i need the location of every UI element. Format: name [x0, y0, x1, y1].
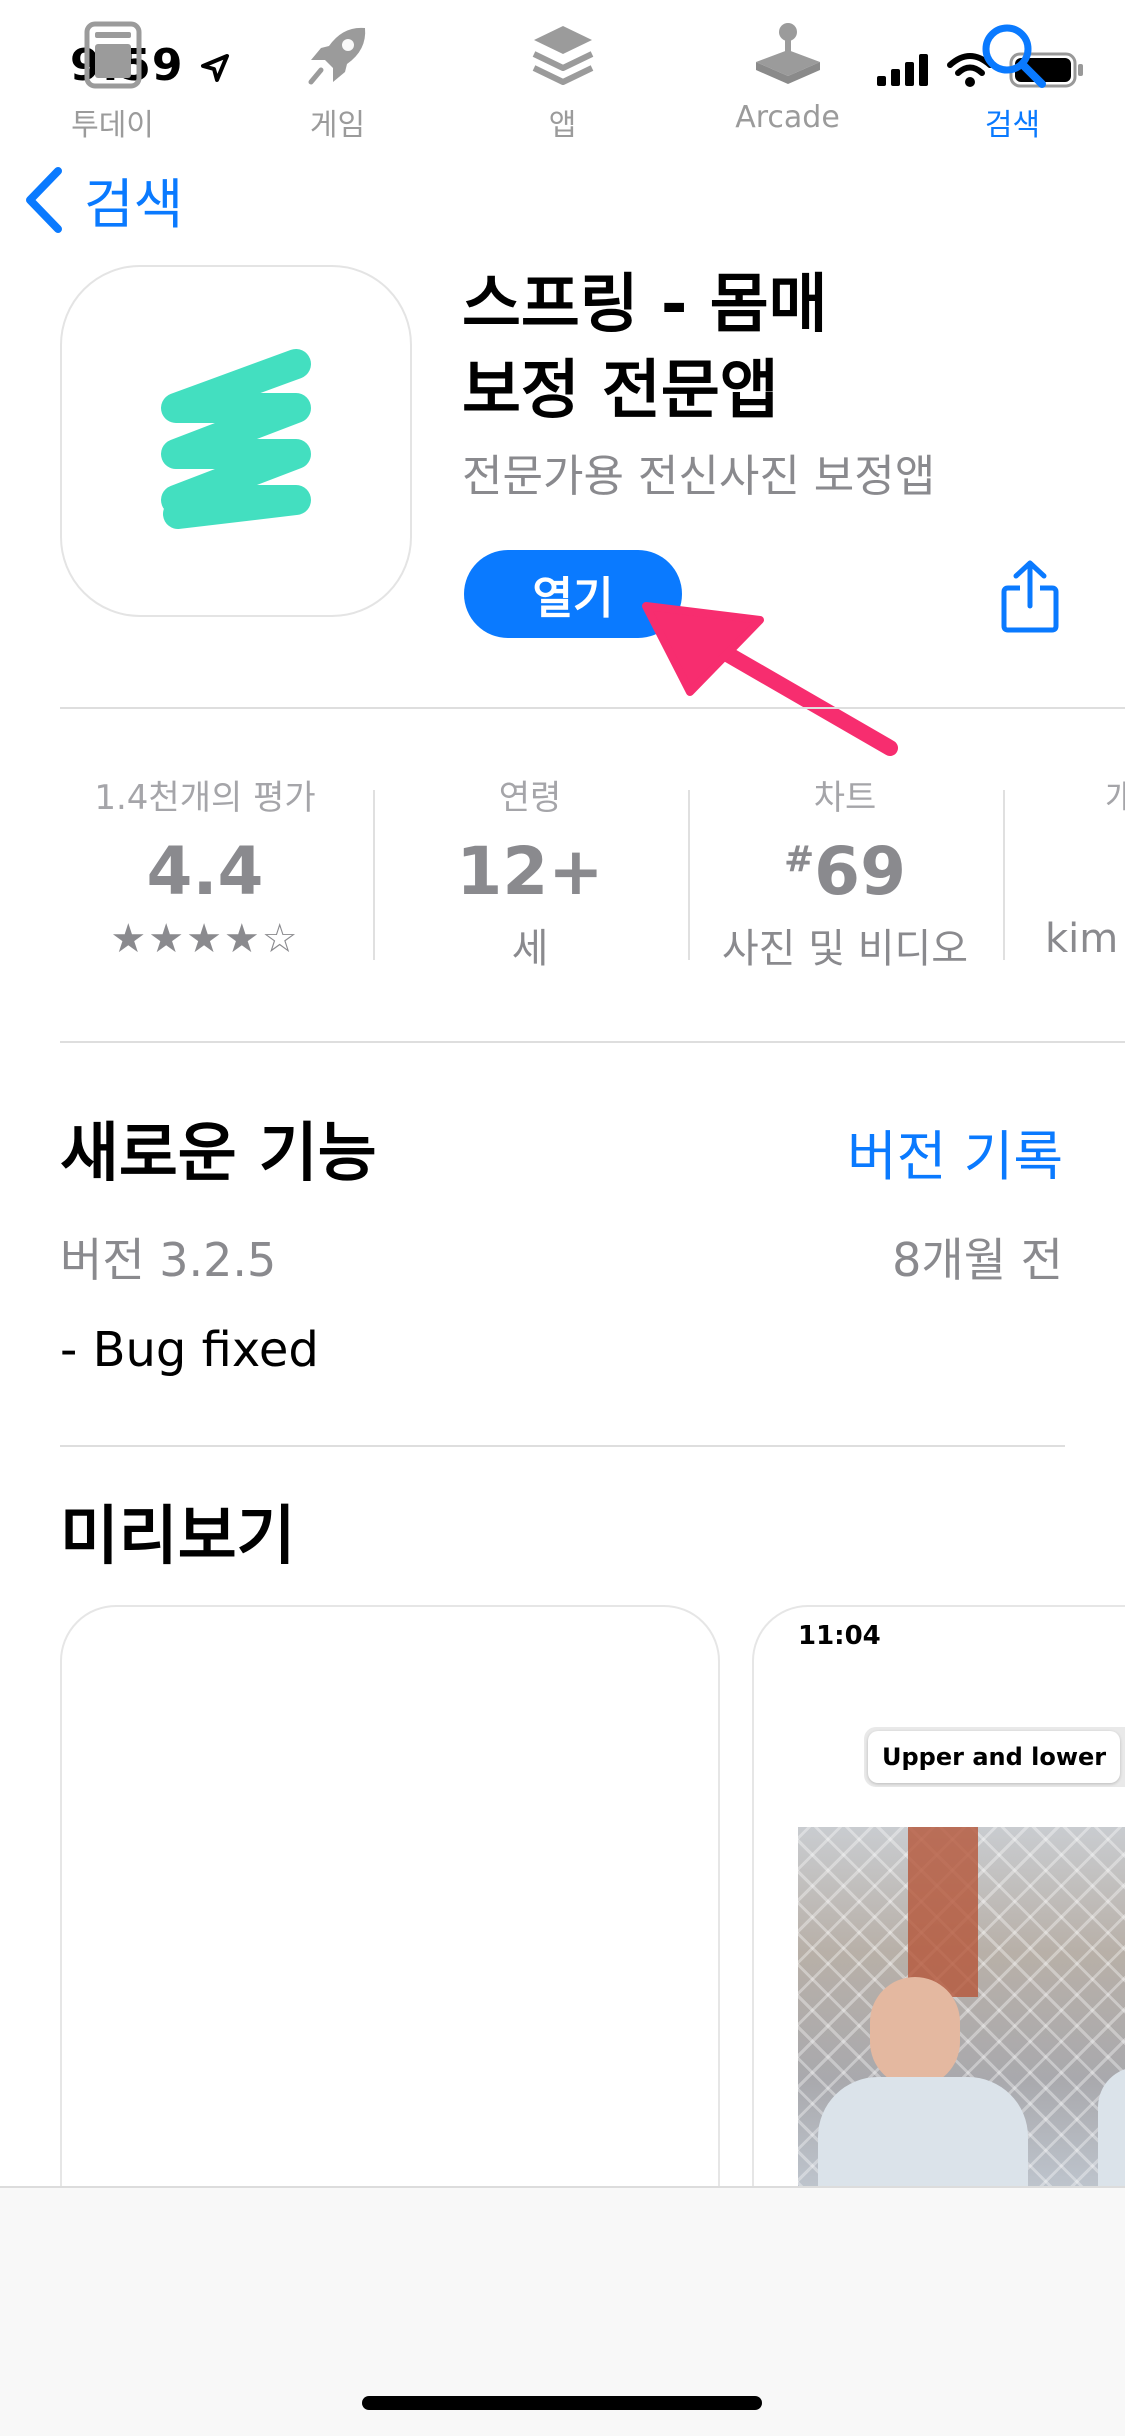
- age-label: 연령: [498, 778, 562, 818]
- preview-screenshot-1[interactable]: [60, 1605, 720, 2245]
- age-info: 연령 12+ 세: [380, 770, 680, 974]
- back-label: 검색: [84, 173, 184, 236]
- tab-apps-label: 앱: [548, 108, 577, 143]
- app-subtitle: 전문가용 전신사진 보정앱: [462, 451, 936, 502]
- version-number: 버전 3.2.5: [60, 1233, 277, 1287]
- home-indicator[interactable]: [362, 2396, 762, 2410]
- preview-photo-head: [870, 1977, 960, 2087]
- chart-label: 차트: [813, 778, 877, 818]
- chart-rank: #69: [695, 833, 995, 910]
- version-history-link[interactable]: 버전 기록: [847, 1112, 1063, 1191]
- info-separator: [1003, 790, 1005, 960]
- arcade-joystick-icon: [755, 23, 820, 84]
- spring-logo-icon: [161, 349, 311, 529]
- chart-info: 차트 #69 사진 및 비디오: [695, 770, 995, 974]
- age-unit: 세: [511, 926, 549, 972]
- tab-games[interactable]: 게임: [225, 20, 450, 144]
- whats-new-divider: [60, 1445, 1065, 1447]
- tab-apps[interactable]: 앱: [450, 20, 675, 144]
- chart-rank-value: 69: [814, 833, 907, 910]
- rocket-icon: [308, 27, 365, 85]
- tab-games-label: 게임: [309, 108, 366, 143]
- app-icon: [60, 265, 412, 617]
- preview-title: 미리보기: [60, 1500, 296, 1574]
- app-title-line1: 스프링 - 몸매: [462, 268, 828, 342]
- developer-label: 개: [1105, 778, 1125, 818]
- developer-info: 개 kim: [1045, 770, 1125, 962]
- tab-search-label: 검색: [984, 108, 1041, 143]
- preview-mode-chip: Upper and lower: [868, 1731, 1121, 1783]
- developer-value: [1045, 833, 1125, 910]
- share-button[interactable]: [1000, 560, 1060, 638]
- preview-status-time: 11:04: [798, 1621, 881, 1651]
- developer-name: kim: [1045, 916, 1119, 962]
- search-icon: [982, 24, 1046, 88]
- today-icon: [84, 21, 141, 89]
- app-title-line2: 보정 전문앱: [462, 354, 779, 428]
- share-icon: [1001, 560, 1059, 633]
- tab-today[interactable]: 투데이: [0, 20, 225, 144]
- rating-value: 4.4: [146, 833, 264, 910]
- app-title: 스프링 - 몸매 보정 전문앱: [462, 262, 1022, 434]
- tab-arcade[interactable]: Arcade: [675, 20, 900, 135]
- whats-new-title: 새로운 기능: [60, 1117, 377, 1191]
- chevron-left-icon: [26, 166, 62, 233]
- chart-category: 사진 및 비디오: [721, 926, 969, 972]
- preview-photo-wall: [908, 1827, 978, 1997]
- rating-stars-icon: ★★★★☆: [110, 916, 300, 962]
- header-divider: [60, 707, 1125, 709]
- ratings-count-label: 1.4천개의 평가: [94, 778, 316, 818]
- back-button[interactable]: 검색: [24, 160, 183, 239]
- info-separator: [688, 790, 690, 960]
- info-separator: [373, 790, 375, 960]
- version-date: 8개월 전: [892, 1233, 1063, 1287]
- preview-screenshot-2[interactable]: 11:04 Upper and lower: [752, 1605, 1125, 2245]
- release-notes: - Bug fixed: [60, 1322, 319, 1378]
- age-value: 12+: [456, 833, 604, 910]
- preview-photo: [798, 1827, 1125, 2243]
- info-divider: [60, 1041, 1125, 1043]
- tab-search[interactable]: 검색: [900, 20, 1125, 144]
- annotation-arrow-icon: [642, 602, 898, 756]
- apps-stack-icon: [532, 26, 593, 85]
- tab-today-label: 투데이: [71, 108, 154, 143]
- tab-arcade-label: Arcade: [735, 100, 840, 135]
- chart-rank-prefix: #: [783, 839, 815, 880]
- ratings-info: 1.4천개의 평가 4.4 ★★★★☆: [55, 770, 355, 962]
